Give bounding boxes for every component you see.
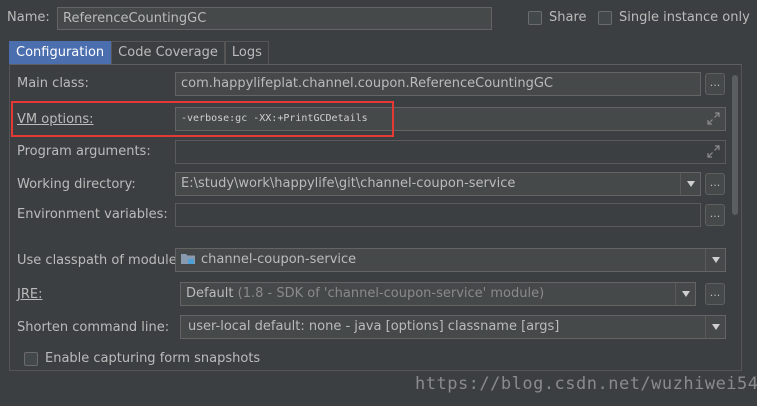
working-directory-value: E:\study\work\happylife\git\channel-coup… (181, 176, 516, 191)
watermark-text: https://blog.csdn.net/wuzhiwei549 (415, 374, 757, 394)
program-arguments-label: Program arguments: (17, 144, 151, 159)
program-arguments-input[interactable] (175, 140, 726, 164)
single-instance-label: Single instance only (619, 10, 750, 25)
shorten-command-line-combo[interactable]: user-local default: none - java [options… (180, 315, 726, 339)
expand-icon[interactable] (707, 112, 720, 125)
single-instance-checkbox[interactable] (598, 10, 612, 25)
chevron-down-icon[interactable] (675, 283, 695, 305)
name-input[interactable]: ReferenceCountingGC (57, 7, 492, 30)
single-instance-checkbox-row[interactable]: Single instance only (598, 10, 750, 25)
vertical-scrollbar[interactable] (732, 75, 738, 215)
tab-code-coverage[interactable]: Code Coverage (111, 41, 225, 64)
share-checkbox[interactable] (528, 10, 542, 25)
share-label: Share (549, 10, 587, 25)
share-checkbox-row[interactable]: Share (528, 10, 587, 25)
working-directory-label: Working directory: (17, 177, 136, 192)
tab-bar: Configuration Code Coverage Logs (9, 41, 269, 64)
environment-variables-browse-button[interactable]: ... (705, 204, 725, 226)
environment-variables-label: Environment variables: (17, 207, 168, 222)
enable-snapshots-row[interactable]: Enable capturing form snapshots (24, 351, 260, 366)
shorten-command-line-value: user-local default: none - java [options… (188, 319, 560, 334)
working-directory-browse-button[interactable]: ... (705, 173, 725, 195)
expand-icon[interactable] (707, 145, 720, 158)
environment-variables-input[interactable] (175, 203, 701, 227)
main-class-label: Main class: (17, 76, 89, 91)
run-configuration-dialog: Name: ReferenceCountingGC Share Single i… (0, 0, 757, 406)
chevron-down-icon[interactable] (705, 249, 725, 271)
shorten-command-line-label: Shorten command line: (17, 320, 170, 335)
tab-configuration[interactable]: Configuration (9, 41, 112, 64)
jre-combo[interactable]: Default (1.8 - SDK of 'channel-coupon-se… (180, 282, 696, 306)
enable-snapshots-checkbox[interactable] (24, 351, 38, 366)
chevron-down-icon[interactable] (680, 173, 700, 195)
jre-label: JRE: (17, 287, 43, 302)
main-class-input[interactable]: com.happylifeplat.channel.coupon.Referen… (175, 72, 701, 96)
jre-value: Default (186, 286, 234, 301)
module-folder-icon (181, 251, 196, 264)
classpath-module-value: channel-coupon-service (201, 252, 357, 267)
jre-detail: (1.8 - SDK of 'channel-coupon-service' m… (237, 286, 545, 301)
classpath-module-combo[interactable]: channel-coupon-service (175, 248, 726, 272)
jre-browse-button[interactable]: ... (705, 283, 725, 305)
main-class-browse-button[interactable]: ... (705, 73, 725, 95)
enable-snapshots-label: Enable capturing form snapshots (45, 351, 261, 366)
classpath-module-label: Use classpath of module: (17, 253, 182, 268)
name-label: Name: (7, 10, 50, 25)
tab-logs[interactable]: Logs (224, 41, 269, 64)
working-directory-combo[interactable]: E:\study\work\happylife\git\channel-coup… (175, 172, 701, 196)
vm-options-highlight-box (11, 101, 394, 137)
chevron-down-icon[interactable] (705, 316, 725, 338)
